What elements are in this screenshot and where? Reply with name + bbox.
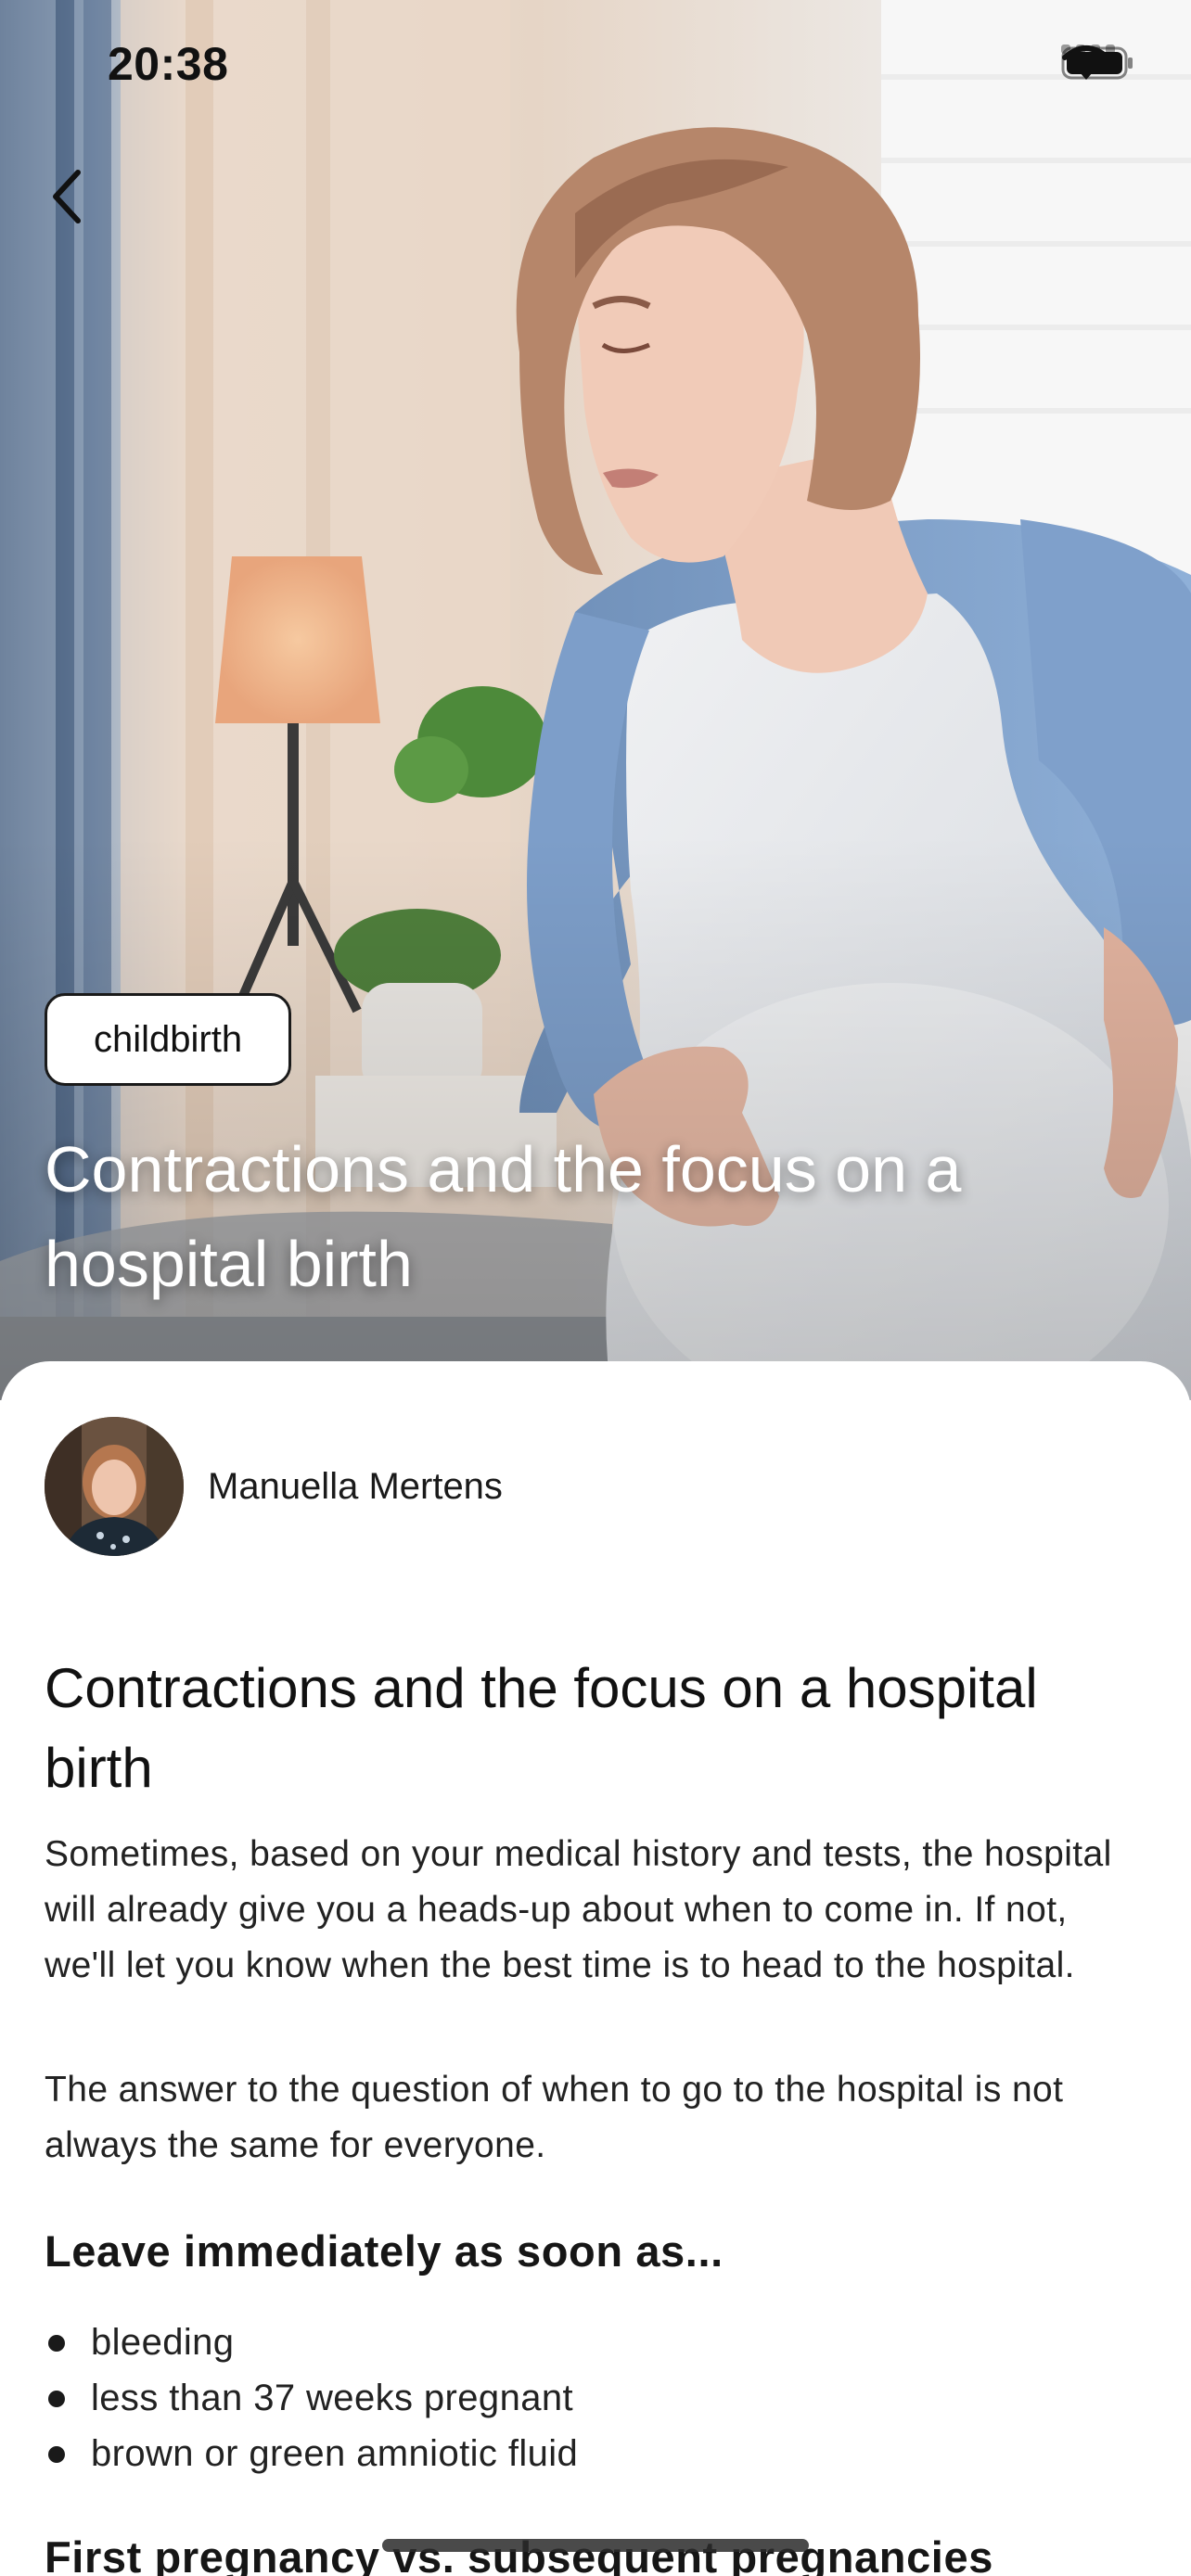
author-name: Manuella Mertens <box>208 1465 503 1507</box>
article-title: Contractions and the focus on a hospital… <box>45 1657 1038 1799</box>
article-screen: 20:38 childbirth Contractions and the fo… <box>0 0 1191 2576</box>
list-item: bleeding <box>45 2315 578 2370</box>
hero-title: Contractions and the focus on a hospital… <box>45 1133 962 1300</box>
bullet-list: bleeding less than 37 weeks pregnant bro… <box>45 2315 578 2481</box>
avatar <box>45 1417 184 1556</box>
paragraph-1: Sometimes, based on your medical history… <box>45 1834 1112 1985</box>
back-button[interactable] <box>48 167 113 250</box>
article-content: Manuella Mertens Contractions and the fo… <box>0 1361 1191 2576</box>
home-indicator[interactable] <box>382 2539 809 2552</box>
author-photo <box>45 1417 184 1556</box>
list-item: brown or green amniotic fluid <box>45 2426 578 2481</box>
list-item: less than 37 weeks pregnant <box>45 2370 578 2426</box>
battery-icon <box>1061 46 1133 80</box>
paragraph-2: The answer to the question of when to go… <box>45 2070 1064 2165</box>
hero-image: 20:38 childbirth Contractions and the fo… <box>0 0 1191 1400</box>
status-icons <box>1061 45 1133 80</box>
status-time: 20:38 <box>108 38 229 90</box>
status-bar: 20:38 <box>0 0 1191 130</box>
author-row[interactable]: Manuella Mertens <box>45 1417 503 1556</box>
category-tag[interactable]: childbirth <box>45 993 292 1086</box>
chevron-left-icon <box>53 170 81 223</box>
section-heading: Leave immediately as soon as... <box>45 2226 724 2276</box>
